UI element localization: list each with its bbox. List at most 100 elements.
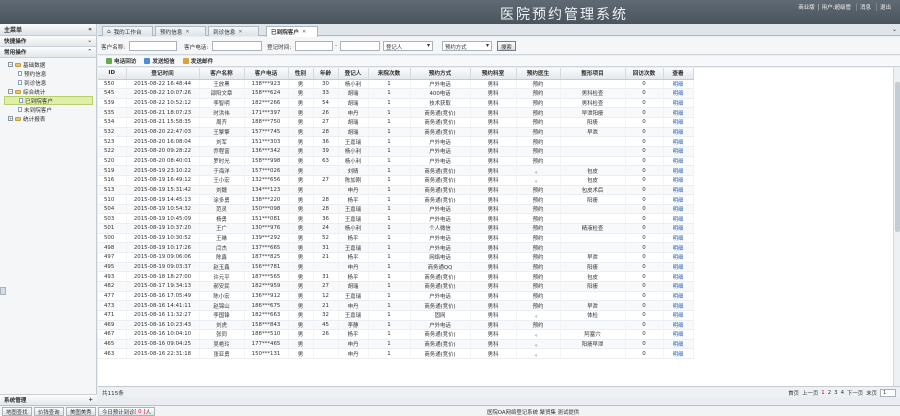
close-icon[interactable]: ✕ bbox=[185, 29, 189, 35]
detail-link[interactable]: 明细 bbox=[663, 165, 694, 176]
table-row[interactable]: 497 2015-08-19 09:06:06 陈鑫 187***825 男 21 杨平 1 网… bbox=[98, 252, 893, 263]
detail-link[interactable]: 明细 bbox=[663, 223, 694, 234]
send-email-button[interactable]: 发送邮件 bbox=[182, 57, 213, 65]
detail-link[interactable]: 明细 bbox=[663, 300, 694, 311]
close-icon[interactable]: ✕ bbox=[302, 29, 306, 35]
table-row[interactable]: 471 2015-08-16 11:32:27 李国锋 182***663 男 32 王嘉瑞… bbox=[98, 310, 893, 321]
registrar-select[interactable]: 登记人 bbox=[383, 41, 433, 51]
detail-link[interactable]: 明细 bbox=[663, 291, 694, 302]
column-header[interactable]: 来院次数 bbox=[368, 68, 411, 80]
tab-dropdown-icon[interactable]: ⌄ bbox=[892, 26, 897, 33]
table-row[interactable]: 539 2015-08-22 10:52:12 李智明 182***266 男 54 胡瑞 1… bbox=[98, 98, 893, 109]
column-header[interactable]: 客户名称 bbox=[199, 68, 245, 80]
table-row[interactable]: 522 2015-08-20 09:28:22 乔程富 136***342 男 39 杨小利… bbox=[98, 146, 893, 157]
table-row[interactable]: 495 2015-08-19 09:03:37 赵玉鑫 156***781 男 申丹 1 商务… bbox=[98, 262, 893, 273]
collapse-icon[interactable]: ⌃ bbox=[87, 49, 92, 55]
page-link[interactable]: 4 bbox=[841, 390, 844, 396]
tab-appointments[interactable]: 预约信息 ✕ bbox=[155, 26, 206, 36]
sidebar-splitter-handle[interactable] bbox=[0, 287, 6, 295]
detail-link[interactable]: 明细 bbox=[663, 194, 694, 205]
detail-link[interactable]: 明细 bbox=[663, 79, 694, 90]
table-row[interactable]: 550 2015-08-22 16:48:44 王放黑 138***923 男 30 杨小利… bbox=[98, 79, 893, 90]
detail-link[interactable]: 明细 bbox=[663, 213, 694, 225]
detail-link[interactable]: 明细 bbox=[663, 348, 694, 360]
table-row[interactable]: 482 2015-08-17 19:34:13 郝安民 182***959 男 27 胡瑞 1… bbox=[98, 281, 893, 292]
table-row[interactable]: 510 2015-08-19 14:45:13 涂多勇 138***220 男 28 杨平 1… bbox=[98, 194, 893, 205]
detail-link[interactable]: 明细 bbox=[663, 175, 694, 186]
table-row[interactable]: 513 2015-08-19 15:31:42 刘魏 134***123 男 申丹 1 商务通… bbox=[98, 185, 893, 196]
detail-link[interactable]: 明细 bbox=[663, 310, 694, 321]
detail-link[interactable]: 明细 bbox=[663, 233, 694, 244]
column-header[interactable]: 年龄 bbox=[313, 68, 339, 80]
quick-ops-section[interactable]: 快捷操作 ⌄ bbox=[0, 36, 96, 47]
detail-link[interactable]: 明细 bbox=[663, 146, 694, 157]
tree-toggle-icon[interactable]: − bbox=[8, 89, 13, 94]
plus-icon[interactable]: + bbox=[88, 397, 93, 403]
next-page-link[interactable]: 下一页 bbox=[847, 389, 863, 397]
tree-toggle-icon[interactable]: − bbox=[8, 62, 13, 67]
method-select[interactable]: 预约方式 bbox=[442, 41, 492, 51]
expand-icon[interactable]: ⌄ bbox=[87, 38, 92, 44]
table-row[interactable]: 534 2015-08-21 15:58:35 周齐 188***750 男 27 胡瑞 1 商… bbox=[98, 117, 893, 128]
tree-node-basic-data[interactable]: − 基础数据 bbox=[4, 60, 96, 69]
collapse-panel-icon[interactable]: « bbox=[88, 26, 92, 33]
column-header[interactable]: 整形项目 bbox=[560, 68, 626, 80]
tree-node-stats[interactable]: − 综合统计 bbox=[4, 87, 96, 96]
end-date-input[interactable] bbox=[340, 41, 380, 51]
table-row[interactable]: 532 2015-08-20 22:47:03 王擎擎 157***745 男 28 胡瑞 1… bbox=[98, 127, 893, 138]
page-link[interactable]: 2 bbox=[828, 390, 831, 396]
table-row[interactable]: 516 2015-08-19 16:49:12 王小宏 132***656 男 27 陈加刚… bbox=[98, 175, 893, 186]
page-link[interactable]: 3 bbox=[834, 390, 837, 396]
common-ops-section[interactable]: 常用操作 ⌃ bbox=[0, 47, 96, 58]
column-header[interactable]: ID bbox=[98, 68, 127, 80]
table-row[interactable]: 503 2015-08-19 10:45:09 杨勇 151***081 男 36 王嘉瑞 1… bbox=[98, 213, 893, 225]
detail-link[interactable]: 明细 bbox=[663, 107, 694, 119]
column-header[interactable]: 预约方式 bbox=[410, 68, 471, 80]
start-date-input[interactable] bbox=[295, 41, 333, 51]
vertical-scrollbar[interactable] bbox=[893, 68, 900, 386]
detail-link[interactable]: 明细 bbox=[663, 271, 694, 282]
table-row[interactable]: 501 2015-08-19 10:37:20 王广 130***976 男 24 杨小利 1… bbox=[98, 223, 893, 234]
top-link-account[interactable]: 商业版 │ 用户:超级管 bbox=[795, 3, 854, 11]
column-header[interactable]: 预约医生 bbox=[516, 68, 561, 80]
close-icon[interactable]: ✕ bbox=[238, 29, 242, 35]
table-row[interactable]: 519 2015-08-19 23:10:22 于海洋 157***026 男 刘晴 1 商务… bbox=[98, 165, 893, 176]
send-sms-button[interactable]: 发送短信 bbox=[144, 57, 175, 65]
column-header[interactable]: 性别 bbox=[288, 68, 314, 80]
customer-name-input[interactable] bbox=[129, 41, 177, 51]
table-row[interactable]: 493 2015-08-18 18:27:00 许元平 187***565 男 31 杨平 1… bbox=[98, 271, 893, 282]
top-link-messages[interactable]: 消息 bbox=[855, 3, 874, 11]
table-row[interactable]: 500 2015-08-19 10:30:52 王琳 139***292 男 52 杨平 1 户… bbox=[98, 233, 893, 244]
detail-link[interactable]: 明细 bbox=[663, 156, 694, 167]
search-button[interactable]: 搜索 bbox=[497, 41, 516, 51]
table-row[interactable]: 504 2015-08-19 10:54:32 范灵 150***098 男 28 王嘉瑞 1… bbox=[98, 204, 893, 215]
column-header[interactable]: 查看 bbox=[663, 68, 694, 80]
page-link[interactable]: 1 bbox=[821, 390, 824, 396]
top-link-logout[interactable]: 退出 bbox=[875, 3, 894, 11]
tree-node-not-arrived-customers[interactable]: 未到院客户 bbox=[4, 105, 96, 114]
last-page-link[interactable]: 末页 bbox=[866, 389, 877, 397]
phone-callback-button[interactable]: 电话回访 bbox=[106, 57, 136, 65]
detail-link[interactable]: 明细 bbox=[663, 320, 694, 331]
detail-link[interactable]: 明细 bbox=[663, 127, 694, 138]
detail-link[interactable]: 明细 bbox=[663, 88, 694, 99]
today-expected-button[interactable]: 今日预计到诊 [ 0 ] 人 bbox=[98, 407, 155, 416]
table-row[interactable]: 467 2015-08-16 10:04:10 张同 188***510 男 26 杨平 1 商… bbox=[98, 329, 893, 340]
table-row[interactable]: 520 2015-08-20 08:40:01 罗时光 158***998 男 63 杨小利… bbox=[98, 156, 893, 167]
tree-toggle-icon[interactable]: + bbox=[8, 116, 13, 121]
table-row[interactable]: 498 2015-08-19 10:17:26 闫杰 137***665 男 31 王嘉瑞 1… bbox=[98, 242, 893, 254]
prev-page-link[interactable]: 上一页 bbox=[802, 389, 818, 397]
tree-node-appointments[interactable]: 预约信息 bbox=[4, 69, 96, 78]
table-row[interactable]: 523 2015-08-20 16:08:04 刘军 151***303 男 36 王嘉瑞 1… bbox=[98, 136, 893, 147]
column-header[interactable]: 登记时间 bbox=[126, 68, 200, 80]
detail-link[interactable]: 明细 bbox=[663, 117, 694, 128]
tab-arrived-customers[interactable]: 已到院客户 ✕ bbox=[266, 26, 318, 37]
customer-phone-input[interactable] bbox=[212, 41, 262, 51]
tree-node-arrived-customers[interactable]: 已到院客户 bbox=[4, 96, 93, 105]
detail-link[interactable]: 明细 bbox=[663, 185, 694, 196]
first-page-link[interactable]: 首页 bbox=[788, 389, 799, 397]
detail-link[interactable]: 明细 bbox=[663, 329, 694, 340]
detail-link[interactable]: 明细 bbox=[663, 281, 694, 292]
detail-link[interactable]: 明细 bbox=[663, 252, 694, 263]
column-header[interactable]: 登记人 bbox=[338, 68, 369, 80]
